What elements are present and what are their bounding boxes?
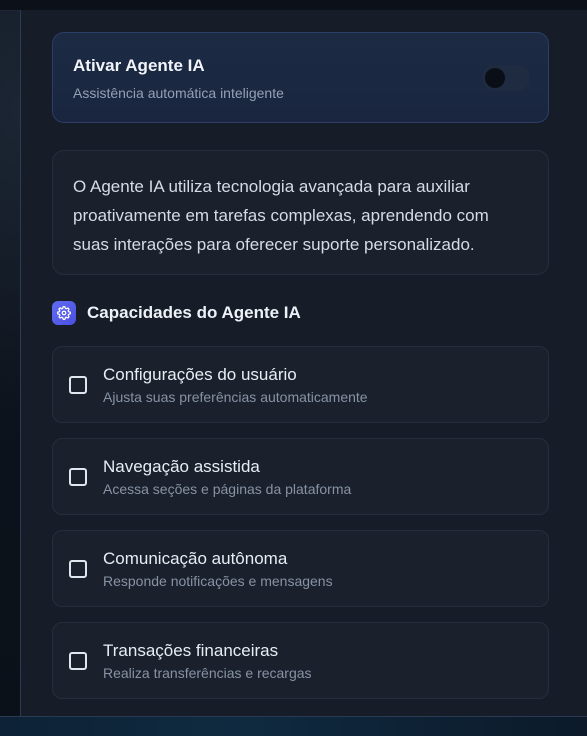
capability-title: Configurações do usuário	[103, 365, 297, 384]
capability-item-financial-transactions[interactable]: Transações financeiras Realiza transferê…	[52, 622, 549, 699]
agent-info-card: O Agente IA utiliza tecnologia avançada …	[52, 150, 549, 275]
capability-title: Comunicação autônoma	[103, 549, 288, 568]
agent-toggle-card: Ativar Agente IA Assistência automática …	[52, 32, 549, 123]
capability-title: Navegação assistida	[103, 457, 260, 476]
capability-title: Transações financeiras	[103, 641, 279, 660]
capability-checkbox[interactable]	[69, 376, 87, 394]
capability-item-user-settings[interactable]: Configurações do usuário Ajusta suas pre…	[52, 346, 549, 423]
gear-icon	[52, 301, 76, 325]
capability-checkbox[interactable]	[69, 652, 87, 670]
agent-info-text: O Agente IA utiliza tecnologia avançada …	[73, 177, 489, 254]
capability-description: Ajusta suas preferências automaticamente	[103, 389, 368, 405]
capability-item-assisted-navigation[interactable]: Navegação assistida Acessa seções e pági…	[52, 438, 549, 515]
capability-description: Responde notificações e mensagens	[103, 573, 333, 589]
capabilities-title: Capacidades do Agente IA	[87, 303, 301, 322]
capability-description: Realiza transferências e recargas	[103, 665, 312, 681]
capability-checkbox[interactable]	[69, 560, 87, 578]
capabilities-header: Capacidades do Agente IA	[52, 301, 301, 325]
agent-enable-switch[interactable]	[482, 65, 530, 91]
agent-settings-panel: Ativar Agente IA Assistência automática …	[20, 10, 587, 716]
bottom-edge	[0, 716, 587, 736]
capability-checkbox[interactable]	[69, 468, 87, 486]
switch-knob	[485, 68, 505, 88]
capability-item-autonomous-communication[interactable]: Comunicação autônoma Responde notificaçõ…	[52, 530, 549, 607]
agent-toggle-subtitle: Assistência automática inteligente	[73, 85, 284, 101]
agent-toggle-title: Ativar Agente IA	[73, 56, 205, 75]
capability-description: Acessa seções e páginas da plataforma	[103, 481, 352, 497]
